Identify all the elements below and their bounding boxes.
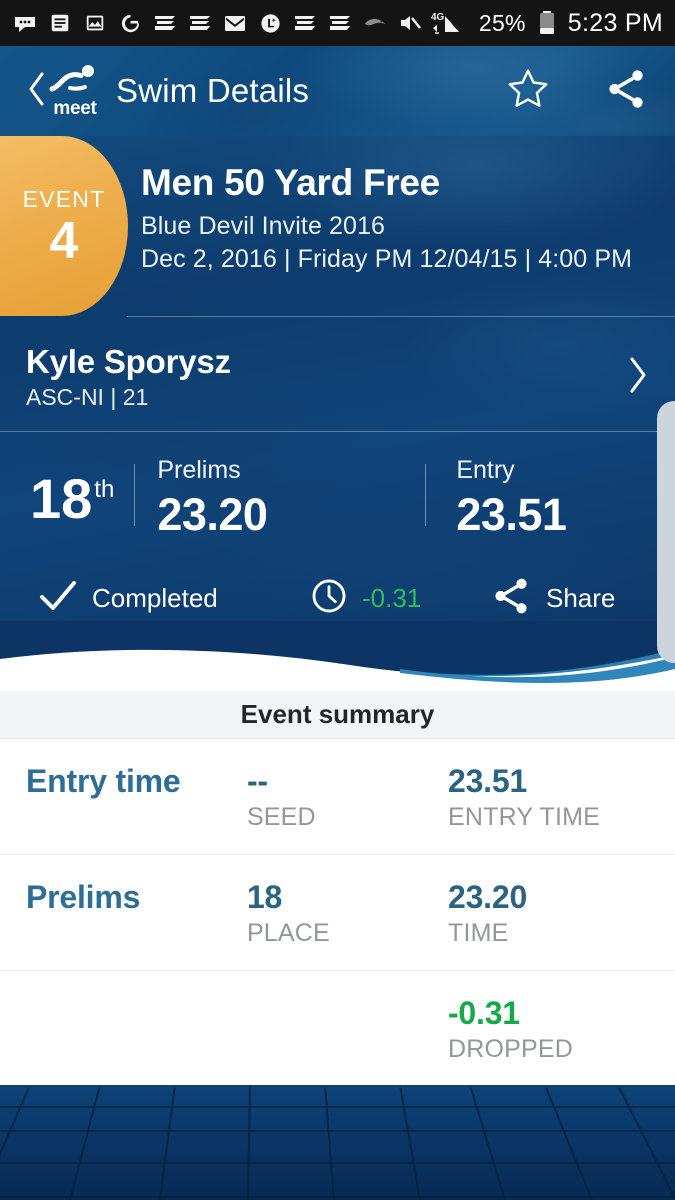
hero-actions: Completed -0.31 Share [0, 541, 675, 622]
row-middle-cell: -- SEED [247, 763, 448, 832]
completed-status: Completed [38, 578, 310, 619]
table-row[interactable]: -0.31 DROPPED [0, 971, 675, 1087]
ravens-icon [362, 10, 388, 36]
svg-text:4G: 4G [431, 12, 445, 23]
event-tab-label: EVENT [22, 185, 106, 212]
row-right-value: 23.20 [447, 879, 528, 915]
event-title: Men 50 Yard Free [141, 162, 440, 203]
entry-block: Entry 23.51 [426, 456, 567, 541]
pool-tile-grid [0, 1085, 675, 1200]
entry-label: Entry [456, 456, 515, 484]
status-bar: 4G 25% 5:23 PM [0, 0, 675, 46]
status-bar-notification-icons [12, 10, 397, 36]
row-right-value: 23.51 [447, 763, 528, 799]
wave-divider [0, 621, 675, 691]
row-middle-value: 18 [246, 879, 283, 915]
share-label: Share [546, 583, 616, 613]
row-middle-cell: 18 PLACE [247, 879, 448, 948]
espn-icon-2 [187, 10, 213, 36]
espn-icon-1 [152, 10, 178, 36]
event-banner: EVENT 4 Men 50 Yard Free Blue Devil Invi… [0, 136, 675, 316]
share-icon[interactable] [603, 66, 649, 117]
prelims-block: Prelims 23.20 [157, 456, 425, 541]
row-title-cell: Prelims [26, 879, 247, 948]
status-bar-system-icons: 4G 25% 5:23 PM [397, 9, 663, 38]
gmail-icon [222, 10, 248, 36]
scrollbar-thumb[interactable] [657, 401, 675, 663]
clock-label: 5:23 PM [567, 8, 663, 37]
row-title: Entry time [26, 763, 181, 799]
completed-label: Completed [92, 583, 218, 613]
place-block: 18 th [30, 456, 115, 530]
prelims-label: Prelims [157, 456, 241, 484]
row-right-cell: -0.31 DROPPED [448, 995, 649, 1064]
event-summary-table: Entry time -- SEED 23.51 ENTRY TIME Prel… [0, 739, 675, 1087]
table-row[interactable]: Prelims 18 PLACE 23.20 TIME [0, 855, 675, 971]
signal-4g-icon: 4G [431, 10, 471, 36]
pool-background [0, 1085, 675, 1200]
share-icon [490, 575, 532, 622]
row-title-cell [26, 995, 247, 1064]
swimmer-team-age: ASC-NI | 21 [26, 384, 149, 410]
app-bar-actions [505, 66, 649, 117]
row-middle-value: -- [246, 763, 268, 799]
row-middle-caption: SEED [246, 803, 316, 831]
news-icon [47, 10, 73, 36]
brand-label: meet [53, 97, 97, 119]
event-info: Men 50 Yard Free Blue Devil Invite 2016 … [141, 136, 675, 274]
clock-icon [310, 577, 348, 620]
event-date-session: Dec 2, 2016 | Friday PM 12/04/15 | 4:00 … [141, 244, 633, 273]
event-meet-name: Blue Devil Invite 2016 [141, 211, 386, 240]
entry-value: 23.51 [456, 489, 567, 540]
row-title-cell: Entry time [26, 763, 247, 832]
page-title: Swim Details [116, 72, 310, 109]
row-right-caption: DROPPED [447, 1035, 574, 1063]
espn-icon-3 [292, 10, 318, 36]
swimmer-identity: Kyle Sporysz ASC-NI | 21 [26, 343, 231, 411]
event-number-tab: EVENT 4 [0, 136, 128, 316]
espn-icon-4 [327, 10, 353, 36]
event-summary-title: Event summary [240, 699, 435, 729]
app-logo[interactable]: meet [48, 63, 102, 120]
battery-percent-label: 25% [478, 9, 526, 36]
row-right-cell: 23.51 ENTRY TIME [448, 763, 649, 832]
place-number: 18 [30, 467, 93, 530]
row-middle-caption: PLACE [246, 919, 330, 947]
row-right-caption: ENTRY TIME [447, 803, 601, 831]
results-divider-1 [134, 464, 136, 526]
results-row: 18 th Prelims 23.20 Entry 23.51 [0, 432, 675, 541]
row-right-cell: 23.20 TIME [448, 879, 649, 948]
time-drop-indicator[interactable]: -0.31 [310, 577, 490, 620]
place-suffix: th [94, 476, 115, 503]
row-right-value: -0.31 [447, 995, 520, 1031]
row-title: Prelims [26, 879, 141, 915]
swim-details-hero: EVENT 4 Men 50 Yard Free Blue Devil Invi… [0, 136, 675, 691]
app-bar: meet Swim Details [0, 46, 675, 136]
battery-icon [534, 10, 560, 36]
star-icon[interactable] [505, 66, 551, 117]
prelims-value: 23.20 [157, 489, 268, 540]
row-right-caption: TIME [447, 919, 509, 947]
life360-icon [257, 10, 283, 36]
swimmer-name: Kyle Sporysz [26, 343, 231, 380]
event-tab-number: 4 [49, 211, 79, 270]
messages-icon [12, 10, 38, 36]
google-icon [117, 10, 143, 36]
row-middle-cell [247, 995, 448, 1064]
mute-icon [397, 10, 423, 36]
swimmer-row[interactable]: Kyle Sporysz ASC-NI | 21 [0, 317, 675, 431]
check-icon [38, 578, 78, 619]
event-summary-header: Event summary [0, 691, 675, 739]
share-action[interactable]: Share [490, 575, 615, 622]
photos-icon [82, 10, 108, 36]
chevron-right-icon[interactable] [627, 353, 649, 402]
table-row[interactable]: Entry time -- SEED 23.51 ENTRY TIME [0, 739, 675, 855]
back-chevron-icon[interactable] [26, 69, 46, 114]
drop-value: -0.31 [362, 583, 422, 613]
